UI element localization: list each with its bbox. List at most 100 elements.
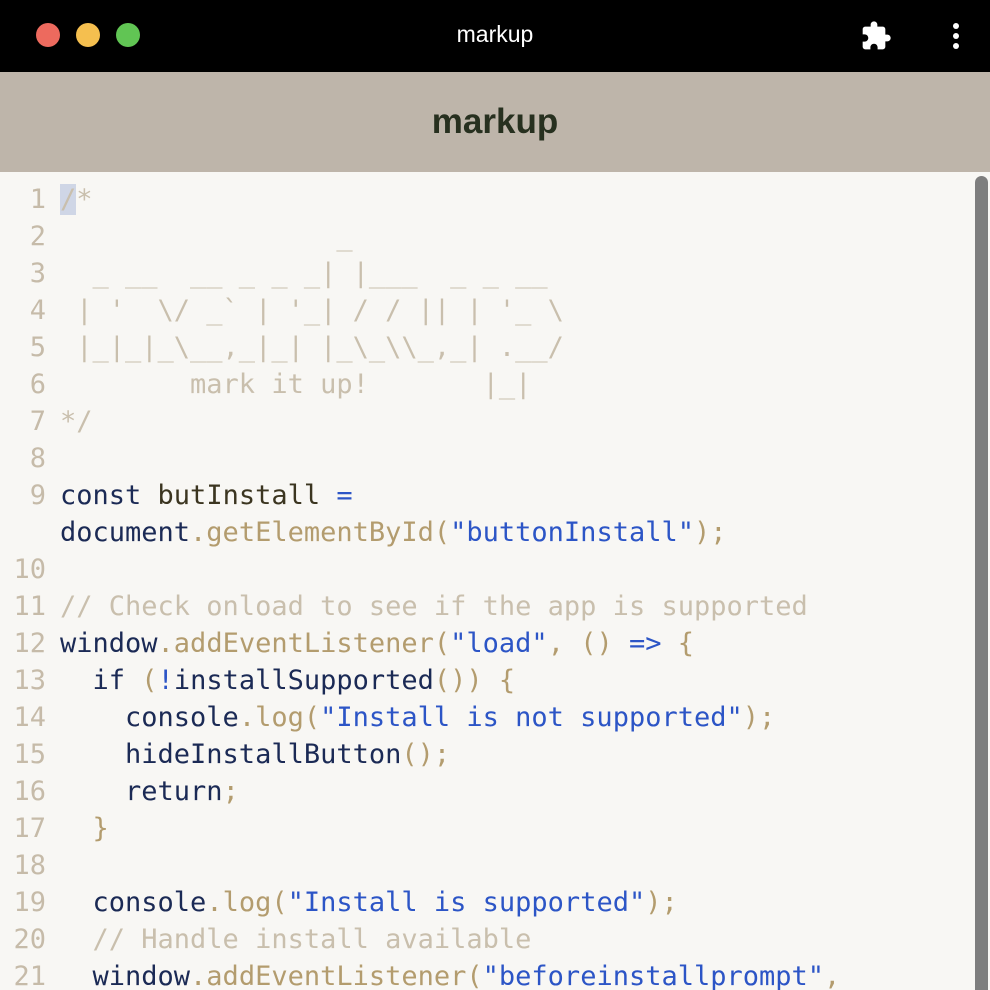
line-text: mark it up! |_| <box>46 366 531 403</box>
code-token: _ __ __ _ _ _| |___ _ _ __ <box>60 258 548 289</box>
code-token: , () <box>547 628 629 659</box>
line-number: 8 <box>29 443 46 474</box>
line-number <box>0 514 46 551</box>
line-number: 13 <box>13 665 46 696</box>
code-line[interactable]: 18 <box>0 847 975 884</box>
code-token: _ <box>60 221 353 252</box>
line-text: } <box>46 810 109 847</box>
line-number: 5 <box>29 332 46 363</box>
line-text: // Handle install available <box>46 921 532 958</box>
code-editor[interactable]: 1/* 2 _ 3 _ __ __ _ _ _| |___ _ _ __ 4 | ' … <box>0 172 990 990</box>
line-text <box>46 847 60 884</box>
code-line[interactable]: 12 window.addEventListener("load", () => … <box>0 625 975 662</box>
line-number: 2 <box>29 221 46 252</box>
code-line[interactable]: 15 hideInstallButton(); <box>0 736 975 773</box>
code-token: mark it up! |_| <box>60 369 532 400</box>
code-token: ); <box>645 887 678 918</box>
title-bar: markup <box>0 0 990 72</box>
code-token: ; <box>222 776 239 807</box>
code-token: window <box>60 628 158 659</box>
code-token: } <box>60 813 109 844</box>
code-line[interactable]: 21 window.addEventListener("beforeinstal… <box>0 958 975 990</box>
code-line[interactable]: 5 |_|_|_\__,_|_| |_\_\\_,_| .__/ <box>0 329 975 366</box>
maximize-window-button[interactable] <box>116 23 140 47</box>
code-token: , <box>824 961 841 990</box>
code-token: { <box>661 628 695 659</box>
code-token: "Install is supported" <box>287 887 646 918</box>
extensions-button[interactable] <box>856 16 896 56</box>
code-line[interactable]: 13 if (!installSupported()) { <box>0 662 975 699</box>
line-number: 4 <box>29 295 46 326</box>
line-text <box>46 551 60 588</box>
code-token: // Check onload to see if the app is sup… <box>60 591 808 622</box>
close-window-button[interactable] <box>36 23 60 47</box>
code-line[interactable]: document.getElementById("buttonInstall")… <box>0 514 975 551</box>
line-number: 11 <box>13 591 46 622</box>
code-token: = <box>320 480 353 511</box>
code-lines: 1/* 2 _ 3 _ __ __ _ _ _| |___ _ _ __ 4 | ' … <box>0 181 975 990</box>
code-line[interactable]: 4 | ' \/ _` | '_| / / || | '_ \ <box>0 292 975 329</box>
code-line[interactable]: 7 */ <box>0 403 975 440</box>
code-line[interactable]: 9 const butInstall = <box>0 477 975 514</box>
puzzle-icon <box>862 21 891 50</box>
code-token: installSupported <box>173 665 434 696</box>
code-token: window <box>60 961 191 990</box>
line-text <box>46 440 60 477</box>
code-token: "Install is not supported" <box>320 702 743 733</box>
line-text: window.addEventListener("load", () => { <box>46 625 694 662</box>
code-token: const <box>60 480 158 511</box>
line-text: /* <box>46 181 93 218</box>
line-number: 21 <box>13 961 46 990</box>
vertical-scrollbar[interactable] <box>975 176 988 990</box>
code-token: console <box>60 887 207 918</box>
code-token: => <box>628 628 662 659</box>
code-token: .log( <box>206 887 288 918</box>
app-header: markup <box>0 72 990 172</box>
line-text: return; <box>46 773 239 810</box>
code-line[interactable]: 2 _ <box>0 218 975 255</box>
code-token: ()) { <box>433 665 516 696</box>
code-line[interactable]: 14 console.log("Install is not supported… <box>0 699 975 736</box>
line-number: 16 <box>13 776 46 807</box>
code-token: butInstall <box>157 480 321 511</box>
code-token: * <box>76 184 93 215</box>
code-line[interactable]: 19 console.log("Install is supported"); <box>0 884 975 921</box>
code-line[interactable]: 8 <box>0 440 975 477</box>
more-options-button[interactable] <box>940 16 972 56</box>
code-token: | ' \/ _` | '_| / / || | '_ \ <box>60 295 564 326</box>
line-number: 14 <box>13 702 46 733</box>
line-number: 3 <box>29 258 46 289</box>
line-number: 1 <box>29 184 46 215</box>
app-window: markup markup 1/* 2 _ 3 _ __ __ _ _ _| |__… <box>0 0 990 990</box>
code-line[interactable]: 6 mark it up! |_| <box>0 366 975 403</box>
code-token: if <box>60 665 142 696</box>
vertical-dots-icon <box>953 23 959 49</box>
line-text: console.log("Install is supported"); <box>46 884 678 921</box>
code-token: .addEventListener( <box>157 628 451 659</box>
line-text: | ' \/ _` | '_| / / || | '_ \ <box>46 292 564 329</box>
code-line[interactable]: 20 // Handle install available <box>0 921 975 958</box>
code-token: hideInstallButton <box>60 739 402 770</box>
app-title: markup <box>431 102 559 141</box>
code-token: (); <box>401 739 451 770</box>
line-number: 12 <box>13 628 46 659</box>
code-token: .log( <box>238 702 321 733</box>
code-token: console <box>60 702 239 733</box>
code-line[interactable]: 10 <box>0 551 975 588</box>
code-token: // Handle install available <box>60 924 532 955</box>
code-token: / <box>60 184 77 215</box>
code-line[interactable]: 11 // Check onload to see if the app is s… <box>0 588 975 625</box>
line-number: 10 <box>13 554 46 585</box>
code-line[interactable]: 3 _ __ __ _ _ _| |___ _ _ __ <box>0 255 975 292</box>
line-number: 6 <box>29 369 46 400</box>
minimize-window-button[interactable] <box>76 23 100 47</box>
line-number: 15 <box>13 739 46 770</box>
line-text: _ <box>46 218 353 255</box>
code-line[interactable]: 1/* <box>0 181 975 218</box>
line-text: hideInstallButton(); <box>46 736 450 773</box>
code-line[interactable]: 17 } <box>0 810 975 847</box>
line-text: _ __ __ _ _ _| |___ _ _ __ <box>46 255 548 292</box>
code-token: .getElementById( <box>190 517 451 548</box>
line-text: console.log("Install is not supported"); <box>46 699 775 736</box>
code-line[interactable]: 16 return; <box>0 773 975 810</box>
